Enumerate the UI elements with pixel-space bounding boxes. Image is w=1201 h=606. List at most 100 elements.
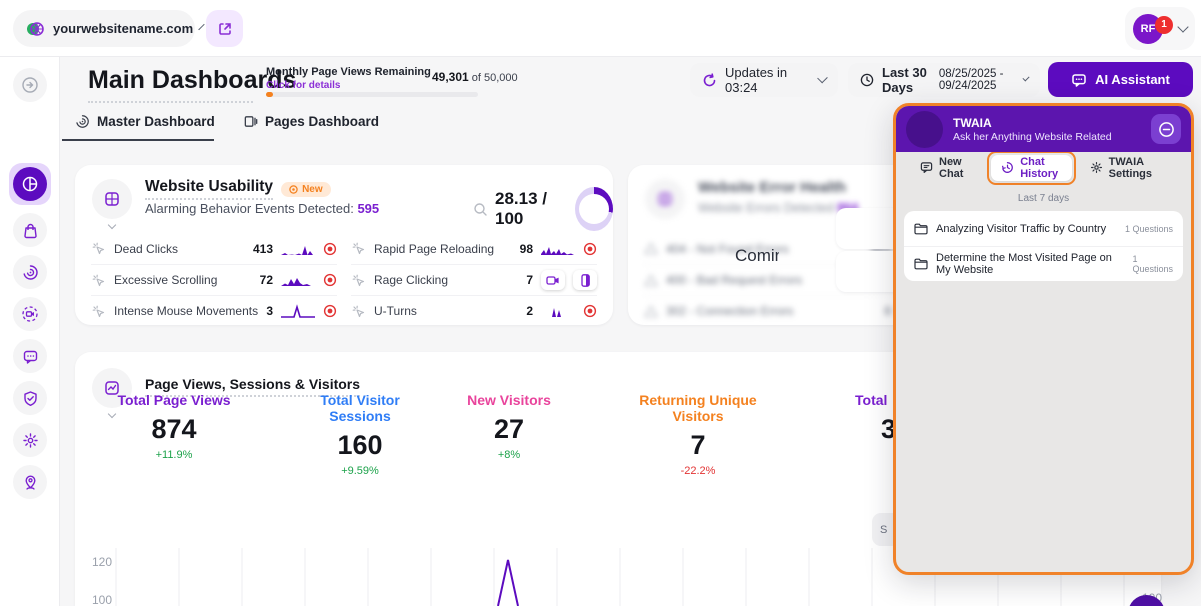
record-icon[interactable] [583,304,597,318]
tab-chat-history[interactable]: Chat History [991,154,1072,181]
monthly-total: of 50,000 [468,72,518,84]
store-bag-icon [22,222,39,239]
record-icon[interactable] [323,242,337,256]
updates-timer-dropdown[interactable]: Updates in 03:24 [690,63,838,97]
metric-total-visitor-sessions[interactable]: Total Visitor Sessions 160 +9.59% [290,392,430,477]
usability-metric-row[interactable]: Excessive Scrolling 72 [91,264,337,295]
sidebar-item-dashboards[interactable] [9,163,51,205]
y-axis-tick: 120 [92,555,113,569]
globe-icon [25,19,45,39]
record-icon[interactable] [323,273,337,287]
sparkline [281,273,315,287]
metric-new-visitors[interactable]: New Visitors 27 +8% [455,392,563,461]
tab-master-dashboard[interactable]: Master Dashboard [75,114,215,129]
chevron-down-icon [817,72,828,84]
minimize-panel-button[interactable] [1151,114,1181,144]
page-views-series-spike [497,559,519,606]
date-range-label: Last 30 Days [882,65,927,95]
shield-check-icon [22,390,39,407]
device-view-button[interactable] [573,270,597,290]
record-icon[interactable] [583,242,597,256]
metric-value: 7 [526,273,533,287]
sparkline [541,304,575,318]
twaia-tab-bar: New Chat Chat History TWAIA Settings [896,150,1191,185]
ai-assistant-button[interactable]: AI Assistant [1048,62,1193,97]
twaia-avatar [906,110,943,148]
tab-pages-dashboard[interactable]: Pages Dashboard [243,114,379,129]
sidebar-item-visitors[interactable] [13,465,47,499]
sidebar-collapse-button[interactable] [13,68,47,102]
folder-icon [914,258,928,270]
settings-gear-icon [22,432,39,449]
twaia-title: TWAIA [953,115,992,130]
sidebar-item-security[interactable] [13,381,47,415]
usability-metric-row[interactable]: Intense Mouse Movements 3 [91,295,337,326]
top-bar: yourwebsitename.com RF 1 [0,0,1201,57]
chat-history-item[interactable]: Determine the Most Visited Page on My We… [904,246,1183,281]
usability-metrics-grid: Dead Clicks 413 Rapid Page Reloading 98 … [91,233,597,326]
error-label: 302 - Connection Errors [666,304,794,318]
metric-label: U-Turns [374,304,417,318]
tab-new-chat[interactable]: New Chat [910,155,983,181]
gauge-spiral-icon [22,264,39,281]
sparkline [281,242,315,256]
sidebar-item-settings[interactable] [13,423,47,457]
usability-metric-row[interactable]: Rage Clicking 7 [351,264,597,295]
warning-triangle-icon [644,305,658,318]
error-label: 400 - Bad Request Errors [666,273,803,287]
sidebar-item-chat[interactable] [13,339,47,373]
usability-score-gauge [575,187,613,231]
monthly-views-value: 49,301 of 50,000 [432,70,518,84]
date-range-picker[interactable]: Last 30 Days 08/25/2025 - 09/24/2025 [848,63,1040,97]
sparkline [541,242,575,256]
clock-icon [860,73,874,87]
sidebar-item-recordings[interactable] [13,297,47,331]
video-camera-icon [546,275,560,286]
updates-timer-label: Updates in 03:24 [725,65,788,95]
active-tab-highlight: Chat History [987,150,1076,185]
history-item-label: Analyzing Visitor Traffic by Country [936,222,1107,235]
watch-recording-button[interactable] [541,270,565,290]
sidebar-item-store[interactable] [13,213,47,247]
chat-history-list: Analyzing Visitor Traffic by Country 1 Q… [904,211,1183,281]
mobile-phone-icon [580,273,590,287]
error-health-subtitle: Website Errors Detected 864 [698,201,858,215]
twaia-assistant-panel: TWAIA Ask her Anything Website Related N… [893,103,1194,575]
twaia-subtitle: Ask her Anything Website Related [953,130,1112,143]
usability-metric-row[interactable]: Rapid Page Reloading 98 [351,233,597,264]
settings-gear-icon [1090,161,1103,174]
folder-icon [914,223,928,235]
visitor-pin-icon [22,474,39,491]
usability-metric-row[interactable]: U-Turns 2 [351,295,597,326]
error-row: 302 - Connection Errors 0 [644,295,912,326]
metric-label: Intense Mouse Movements [114,304,259,318]
website-selector[interactable]: yourwebsitename.com [13,10,205,47]
user-menu[interactable]: RF 1 [1125,7,1195,50]
click-cursor-icon [351,273,366,288]
metric-value: 413 [252,241,273,256]
twaia-panel-header: TWAIA Ask her Anything Website Related [896,106,1191,152]
chat-history-item[interactable]: Analyzing Visitor Traffic by Country 1 Q… [904,211,1183,246]
open-website-button[interactable] [206,10,243,47]
dashboard-pie-icon [21,175,39,193]
date-range-dates: 08/25/2025 - 09/24/2025 [938,68,1004,92]
ai-assistant-label: AI Assistant [1095,72,1170,87]
notification-badge: 1 [1155,15,1173,34]
metric-label: Rapid Page Reloading [374,241,495,256]
history-icon [1001,161,1014,174]
metric-returning-unique-visitors[interactable]: Returning Unique Visitors 7 -22.2% [618,392,778,477]
tab-twaia-settings[interactable]: TWAIA Settings [1080,155,1177,181]
alarming-events-count: 595 [357,201,380,216]
metric-total-page-views[interactable]: Total Page Views 874 +11.9% [110,392,238,461]
master-dashboard-icon [75,114,90,129]
tab-label: Master Dashboard [97,114,215,129]
monthly-views-details-link[interactable]: Click for details [266,80,340,91]
usability-card-icon[interactable] [92,179,132,230]
magnifier-icon [473,202,488,217]
sidebar-item-performance[interactable] [13,255,47,289]
chat-bubble-icon [22,348,39,365]
click-cursor-icon [91,304,106,319]
metric-value: 2 [526,304,533,318]
record-icon[interactable] [323,304,337,318]
usability-metric-row[interactable]: Dead Clicks 413 [91,233,337,264]
